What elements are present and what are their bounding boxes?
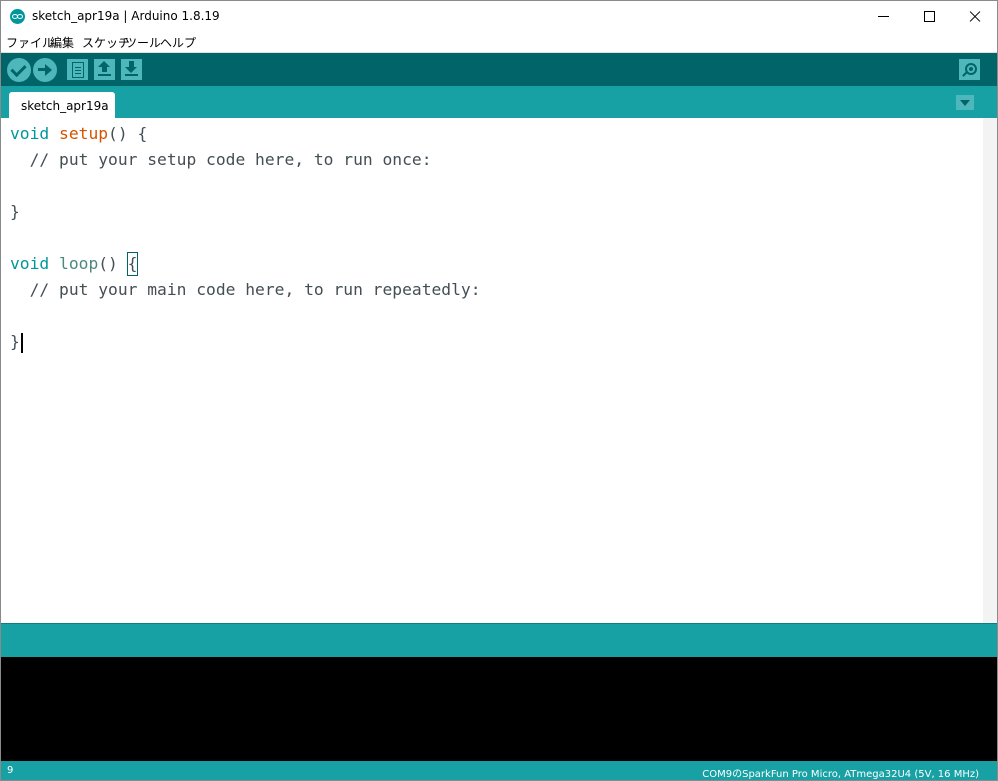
code-text: } bbox=[10, 332, 20, 351]
message-bar bbox=[1, 623, 997, 658]
code-line: } bbox=[10, 202, 20, 221]
keyword: void bbox=[10, 254, 50, 273]
console-output[interactable] bbox=[1, 657, 997, 761]
open-button[interactable] bbox=[94, 59, 115, 80]
maximize-button[interactable] bbox=[906, 1, 952, 32]
menu-file[interactable]: ファイル bbox=[6, 34, 54, 51]
code-text: () { bbox=[108, 124, 148, 143]
code-line: } bbox=[10, 331, 23, 353]
tab-label: sketch_apr19a bbox=[21, 99, 109, 113]
minimize-button[interactable] bbox=[860, 1, 906, 32]
code-line: void loop() { bbox=[10, 252, 139, 276]
tab-sketch[interactable]: sketch_apr19a bbox=[9, 92, 115, 118]
upload-button[interactable] bbox=[33, 58, 57, 82]
menu-sketch[interactable]: スケッチ bbox=[82, 34, 130, 51]
new-button[interactable] bbox=[67, 59, 88, 80]
menu-bar: ファイル 編集 スケッチ ツール ヘルプ bbox=[1, 32, 997, 53]
keyword: void bbox=[10, 124, 50, 143]
verify-icon bbox=[10, 60, 27, 78]
verify-button[interactable] bbox=[7, 58, 31, 82]
matching-brace: { bbox=[126, 252, 139, 276]
menu-tools[interactable]: ツール bbox=[125, 34, 161, 51]
editor-scrollbar[interactable] bbox=[983, 118, 997, 623]
function-name: loop bbox=[59, 254, 99, 273]
chevron-down-icon bbox=[960, 100, 970, 106]
save-button[interactable] bbox=[121, 59, 142, 80]
serial-monitor-button[interactable] bbox=[959, 59, 980, 80]
menu-help[interactable]: ヘルプ bbox=[160, 34, 196, 51]
status-bar: 9 COM9のSparkFun Pro Micro, ATmega32U4 (5… bbox=[1, 761, 997, 780]
text-caret bbox=[20, 332, 23, 353]
arduino-ide-window: sketch_apr19a | Arduino 1.8.19 ファイル 編集 ス… bbox=[0, 0, 998, 781]
tab-menu-button[interactable] bbox=[956, 95, 974, 110]
code-comment: // put your setup code here, to run once… bbox=[10, 150, 432, 169]
title-bar: sketch_apr19a | Arduino 1.8.19 bbox=[1, 1, 997, 32]
tab-bar: sketch_apr19a bbox=[1, 86, 997, 118]
function-name: setup bbox=[59, 124, 109, 143]
new-icon bbox=[72, 62, 84, 78]
window-title: sketch_apr19a | Arduino 1.8.19 bbox=[32, 9, 220, 23]
toolbar bbox=[1, 53, 997, 86]
code-comment: // put your main code here, to run repea… bbox=[10, 280, 481, 299]
menu-edit[interactable]: 編集 bbox=[50, 34, 74, 51]
code-text: () bbox=[98, 254, 118, 273]
code-line: void setup() { bbox=[10, 123, 147, 145]
arduino-logo-icon bbox=[10, 9, 25, 24]
line-number: 9 bbox=[7, 765, 14, 776]
board-info: COM9のSparkFun Pro Micro, ATmega32U4 (5V,… bbox=[702, 769, 979, 780]
code-editor[interactable]: void setup() { // put your setup code he… bbox=[1, 118, 983, 623]
close-button[interactable] bbox=[952, 1, 997, 32]
